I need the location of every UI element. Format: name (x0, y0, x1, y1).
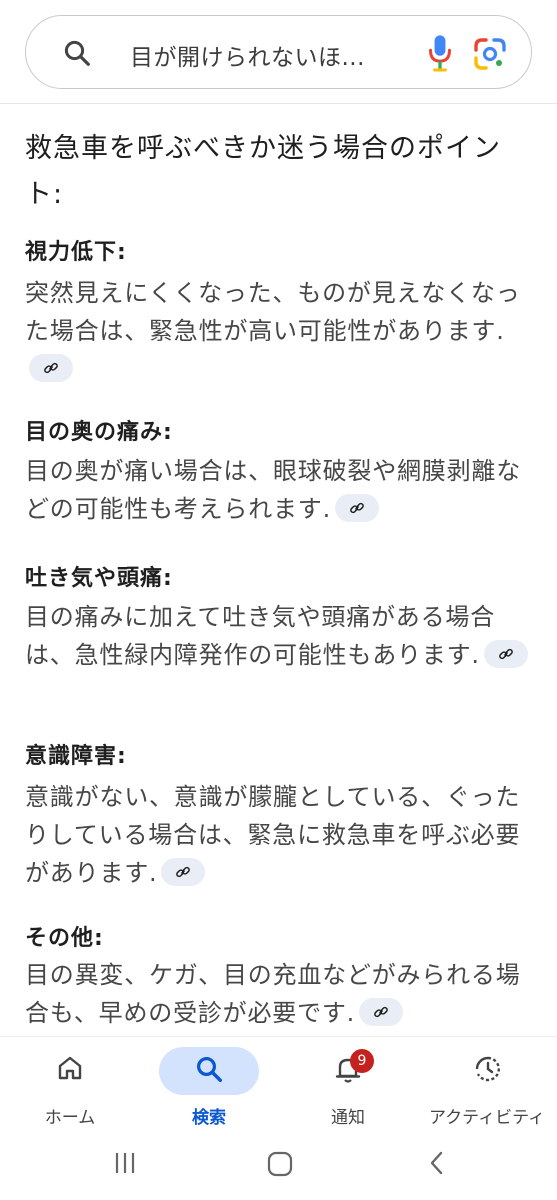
section-body: 目の異変、ケガ、目の充血などがみられる場合も、早めの受診が必要です. (25, 956, 535, 1032)
section-body: 目の奥が痛い場合は、眼球破裂や網膜剥離などの可能性も考えられます. (25, 452, 535, 528)
section-text: 意識がない、意識が朦朧としている、ぐったりしている場合は、緊急に救急車を呼ぶ必要… (25, 783, 521, 887)
section-body: 意識がない、意識が朦朧としている、ぐったりしている場合は、緊急に救急車を呼ぶ必要… (25, 778, 535, 892)
home-icon (58, 1056, 82, 1080)
link-icon (498, 648, 513, 660)
search-query[interactable]: 目が開けられないほ... (130, 38, 365, 72)
nav-label: 検索 (192, 1108, 226, 1128)
source-link-button[interactable] (359, 998, 404, 1026)
system-navigation-bar (0, 1134, 557, 1200)
link-icon (44, 362, 58, 374)
link-icon (374, 1006, 388, 1018)
nav-label: ホーム (44, 1108, 96, 1128)
intro-heading: 救急車を呼ぶべきか迷う場合のポイント: (25, 133, 501, 210)
notification-badge: 9 (350, 1049, 374, 1073)
search-icon (196, 1056, 222, 1082)
nav-item-home[interactable]: ホーム (20, 1037, 120, 1135)
ai-overview-content: 救急車を呼ぶべきか迷う場合のポイント: 視力低下: 突然見えにくくなった、ものが… (0, 104, 557, 1036)
section-title: その他: (25, 926, 104, 951)
activity-icon (475, 1056, 500, 1082)
nav-item-notifications[interactable]: 9 通知 (298, 1037, 398, 1135)
source-link-button[interactable] (161, 858, 206, 886)
search-bar[interactable]: 目が開けられないほ... (25, 15, 532, 89)
section-text: 突然見えにくくなった、ものが見えなくなった場合は、緊急性が高い可能性があります. (25, 279, 521, 345)
section-title: 吐き気や頭痛: (25, 566, 173, 591)
section-text: 目の異変、ケガ、目の充血などがみられる場合も、早めの受診が必要です. (25, 961, 521, 1027)
link-icon (350, 502, 364, 514)
section-title: 目の奥の痛み: (25, 420, 173, 445)
source-link-button[interactable] (29, 354, 73, 382)
section-text: 目の痛みに加えて吐き気や頭痛がある場合は、急性緑内障発作の可能性もあります. (25, 603, 495, 669)
source-link-button[interactable] (335, 494, 380, 522)
source-link-button[interactable] (483, 640, 528, 668)
nav-label: 通知 (331, 1108, 365, 1128)
bottom-navigation: ホーム 検索 9 通知 アクティビティ (0, 1036, 557, 1134)
section-text: 目の奥が痛い場合は、眼球破裂や網膜剥離などの可能性も考えられます. (25, 457, 521, 523)
back-icon[interactable] (424, 1150, 450, 1176)
section-body: 目の痛みに加えて吐き気や頭痛がある場合は、急性緑内障発作の可能性もあります. (25, 598, 535, 674)
google-lens-icon[interactable] (472, 36, 508, 72)
search-header: 目が開けられないほ... (0, 0, 557, 104)
nav-item-search[interactable]: 検索 (159, 1037, 259, 1135)
section-title: 意識障害: (25, 744, 127, 769)
link-icon (176, 866, 191, 878)
home-circle-icon[interactable] (266, 1150, 294, 1178)
nav-item-activity[interactable]: アクティビティ (422, 1037, 552, 1135)
mic-icon[interactable] (426, 34, 454, 72)
nav-label: アクティビティ (428, 1108, 546, 1128)
search-icon[interactable] (62, 38, 92, 68)
section-title: 視力低下: (25, 240, 127, 265)
recent-apps-icon[interactable] (112, 1150, 138, 1176)
section-body: 突然見えにくくなった、ものが見えなくなった場合は、緊急性が高い可能性があります. (25, 274, 535, 388)
